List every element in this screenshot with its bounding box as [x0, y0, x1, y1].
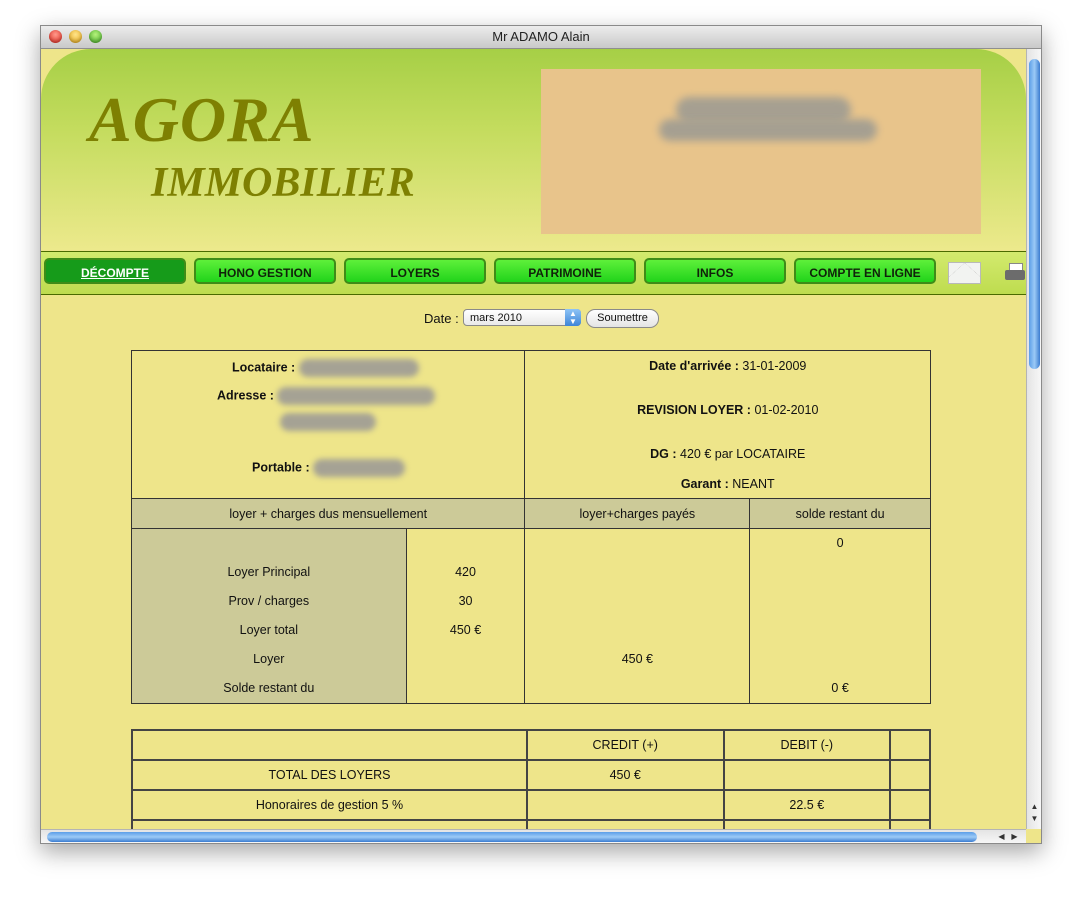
nav-decompte[interactable]: DÉCOMPTE: [44, 258, 186, 284]
printer-icon[interactable]: [1003, 261, 1026, 285]
browser-window: Mr ADAMO Alain AGORA IMMOBILIER DÉCOMPTE…: [40, 25, 1042, 844]
main-nav: DÉCOMPTE HONO GESTION LOYERS PATRIMOINE …: [41, 251, 1026, 295]
honoraires-debit: 22.5 €: [722, 789, 892, 821]
loyer-principal-value: 420: [455, 565, 476, 579]
logo-agora: AGORA: [89, 84, 315, 155]
vertical-scrollbar[interactable]: ▲ ▼: [1026, 49, 1041, 829]
honoraires-label: Honoraires de gestion 5 %: [131, 789, 528, 821]
vertical-scroll-thumb[interactable]: [1029, 59, 1040, 369]
garant-label: Garant :: [680, 477, 729, 491]
loyer-paye-value: 450 €: [621, 652, 653, 666]
submit-button[interactable]: Soumettre: [586, 309, 659, 328]
scroll-left-icon[interactable]: ◀: [996, 831, 1007, 842]
ledger-row: [131, 819, 931, 829]
adresse-label: Adresse :: [217, 388, 274, 403]
window-title: Mr ADAMO Alain: [492, 29, 590, 44]
scroll-down-icon[interactable]: ▼: [1029, 813, 1040, 824]
redacted-adresse-line1: [277, 387, 436, 405]
nav-loyers[interactable]: LOYERS: [344, 258, 486, 284]
solde-column: 0 0 €: [749, 528, 931, 704]
select-arrows-icon: ▲ ▼: [565, 309, 581, 326]
date-arrivee-value: 31-01-2009: [742, 359, 807, 373]
header-banner: AGORA IMMOBILIER: [41, 49, 1026, 250]
prov-charges-label: Prov / charges: [228, 594, 310, 608]
header-dus: loyer + charges dus mensuellement: [130, 498, 526, 529]
revision-label: REVISION LOYER :: [637, 403, 751, 417]
lease-info-cell: Date d'arrivée : 31-01-2009 REVISION LOY…: [524, 350, 931, 499]
page-content: AGORA IMMOBILIER DÉCOMPTE HONO GESTION L…: [41, 49, 1026, 829]
loyer-principal-label: Loyer Principal: [227, 565, 311, 579]
nav-hono-gestion[interactable]: HONO GESTION: [194, 258, 336, 284]
nav-compte-en-ligne[interactable]: COMPTE EN LIGNE: [794, 258, 936, 284]
redacted-agency-address: [659, 119, 877, 141]
garant-value: NEANT: [732, 477, 775, 491]
tenant-statement-table: Locataire : Adresse : Portable : Date d'…: [130, 350, 931, 704]
locataire-label: Locataire :: [232, 360, 296, 375]
ledger-header-row: CREDIT (+) DEBIT (-): [131, 729, 931, 761]
loyer-total-label: Loyer total: [239, 623, 298, 637]
solde-label: Solde restant du: [223, 681, 315, 695]
ledger-row: Honoraires de gestion 5 % 22.5 €: [131, 789, 931, 821]
redacted-portable: [313, 459, 406, 477]
total-loyers-credit: 450 €: [525, 759, 725, 791]
date-select[interactable]: mars 2010 ▲ ▼: [463, 309, 581, 326]
solde-value: 0 €: [831, 681, 849, 695]
redacted-adresse-line2: [280, 413, 376, 431]
payes-column: 450 €: [524, 528, 751, 704]
revision-value: 01-02-2010: [754, 403, 819, 417]
horizontal-scrollbar[interactable]: ◀ ▶: [41, 829, 1026, 843]
scroll-right-icon[interactable]: ▶: [1009, 831, 1020, 842]
date-arrivee-label: Date d'arrivée :: [649, 359, 739, 373]
date-filter: Date : mars 2010 ▲ ▼ Soumettre: [41, 307, 1026, 333]
header-payes: loyer+charges payés: [524, 498, 751, 529]
ledger-table: CREDIT (+) DEBIT (-) TOTAL DES LOYERS 45…: [131, 729, 931, 829]
scroll-up-icon[interactable]: ▲: [1029, 801, 1040, 812]
nav-infos[interactable]: INFOS: [644, 258, 786, 284]
dg-value: 420 € par LOCATAIRE: [680, 447, 806, 461]
ledger-row: TOTAL DES LOYERS 450 €: [131, 759, 931, 791]
dus-values-column: 420 30 450 €: [405, 528, 526, 704]
total-loyers-label: TOTAL DES LOYERS: [131, 759, 528, 791]
debit-header: DEBIT (-): [722, 729, 892, 761]
horizontal-scroll-thumb[interactable]: [47, 832, 977, 842]
loyer-total-value: 450 €: [449, 623, 482, 637]
header-solde: solde restant du: [749, 498, 931, 529]
nav-patrimoine[interactable]: PATRIMOINE: [494, 258, 636, 284]
labels-column: Loyer Principal Prov / charges Loyer tot…: [131, 528, 407, 704]
solde-initial-value: 0: [836, 536, 844, 550]
agency-info-box: [541, 69, 981, 234]
tenant-info-cell: Locataire : Adresse : Portable :: [130, 350, 526, 499]
logo-immobilier: IMMOBILIER: [151, 160, 415, 206]
date-label: Date :: [424, 311, 459, 326]
portable-label: Portable :: [252, 460, 310, 475]
title-bar: Mr ADAMO Alain: [41, 26, 1041, 49]
envelope-icon[interactable]: [948, 262, 981, 284]
redacted-locataire: [298, 359, 419, 377]
loyer-label: Loyer: [253, 652, 285, 666]
dg-label: DG :: [650, 447, 677, 461]
date-select-value: mars 2010: [470, 312, 522, 324]
credit-header: CREDIT (+): [525, 729, 725, 761]
prov-charges-value: 30: [458, 594, 473, 608]
